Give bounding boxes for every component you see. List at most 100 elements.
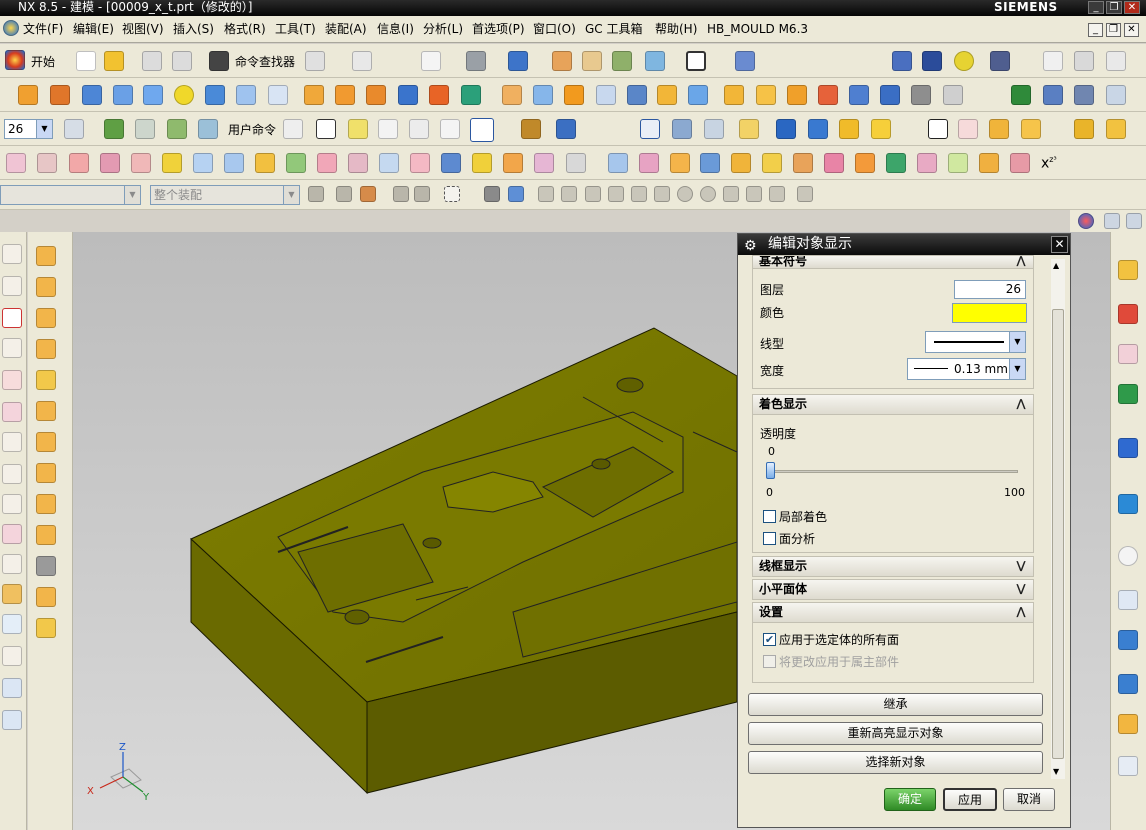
- menu-gc-toolbox[interactable]: GC 工具箱: [585, 16, 643, 43]
- select-feature-icon[interactable]: [336, 186, 352, 202]
- dialog-scrollbar[interactable]: ▲ ▼: [1051, 259, 1065, 779]
- intersection-curve-icon[interactable]: [2, 524, 22, 544]
- unite-icon[interactable]: [398, 85, 418, 105]
- eraser-icon[interactable]: [1074, 51, 1094, 71]
- constraint-navigator-icon[interactable]: [1118, 304, 1138, 324]
- remove-param-icon[interactable]: [943, 85, 963, 105]
- snap-grid-icon[interactable]: [797, 186, 813, 202]
- extract-curve-icon[interactable]: [2, 646, 22, 666]
- transparency-slider-thumb[interactable]: [766, 462, 775, 479]
- menu-help[interactable]: 帮助(H): [655, 16, 697, 43]
- transparency-slider-track[interactable]: [770, 470, 1018, 473]
- rectangle-icon[interactable]: [2, 308, 22, 328]
- csys-dynamic-icon[interactable]: [470, 118, 494, 142]
- layer-category-icon[interactable]: [167, 119, 187, 139]
- replace-face-icon[interactable]: [36, 339, 56, 359]
- shell-icon[interactable]: [627, 85, 647, 105]
- orient-view-icon[interactable]: [582, 51, 602, 71]
- chevron-down-icon[interactable]: ▼: [1009, 359, 1025, 379]
- menu-window[interactable]: 窗口(O): [533, 16, 576, 43]
- text-annotation-icon[interactable]: [871, 119, 891, 139]
- undo-icon[interactable]: [142, 51, 162, 71]
- trim-curve-icon[interactable]: [2, 554, 22, 574]
- type-filter-combo[interactable]: ▼: [0, 185, 141, 205]
- system-scenes-icon[interactable]: [1118, 756, 1138, 776]
- snap-on-curve-icon[interactable]: [746, 186, 762, 202]
- render-style-icon[interactable]: [508, 51, 528, 71]
- rehighlight-button[interactable]: 重新高亮显示对象: [748, 722, 1043, 745]
- pull-face-icon[interactable]: [36, 277, 56, 297]
- select-edge-icon[interactable]: [414, 186, 430, 202]
- scroll-down-icon[interactable]: ▼: [1053, 767, 1059, 776]
- menu-analysis[interactable]: 分析(L): [423, 16, 463, 43]
- view-layers-icon[interactable]: [704, 119, 724, 139]
- split-curve-icon[interactable]: [2, 584, 22, 604]
- sew-icon[interactable]: [787, 85, 807, 105]
- chevron-up-icon[interactable]: ⋀: [1013, 396, 1029, 412]
- matching-edge-icon[interactable]: [700, 153, 720, 173]
- info-selection-icon[interactable]: [352, 51, 372, 71]
- mold-parts-icon[interactable]: [1106, 119, 1126, 139]
- ejector-hole-1[interactable]: [616, 377, 644, 393]
- refit-icon[interactable]: [979, 153, 999, 173]
- arc-icon[interactable]: [2, 276, 22, 296]
- join-curve-icon[interactable]: [2, 678, 22, 698]
- part-navigator-icon[interactable]: [1043, 85, 1063, 105]
- start-icon[interactable]: [5, 50, 25, 70]
- cut-section-icon[interactable]: [552, 51, 572, 71]
- line-icon[interactable]: [2, 244, 22, 264]
- ok-button[interactable]: 确定: [884, 788, 936, 811]
- snap-center-icon[interactable]: [677, 186, 693, 202]
- global-shaping-icon[interactable]: [670, 153, 690, 173]
- pocket-icon[interactable]: [268, 85, 288, 105]
- chamfer-icon[interactable]: [596, 85, 616, 105]
- menu-insert[interactable]: 插入(S): [173, 16, 214, 43]
- menu-preferences[interactable]: 首选项(P): [472, 16, 525, 43]
- bounded-plane-icon[interactable]: [193, 153, 213, 173]
- menu-information[interactable]: 信息(I): [377, 16, 414, 43]
- triangle-icon[interactable]: [928, 119, 948, 139]
- split-body-icon[interactable]: [533, 85, 553, 105]
- binoculars-icon[interactable]: [209, 51, 229, 71]
- chevron-down-icon[interactable]: ▼: [1009, 332, 1025, 352]
- table-icon[interactable]: [1074, 85, 1094, 105]
- layer-visibility-icon[interactable]: [198, 119, 218, 139]
- move-face-tool-icon[interactable]: [36, 246, 56, 266]
- change-degree-icon[interactable]: [762, 153, 782, 173]
- mirror-icon[interactable]: [756, 85, 776, 105]
- grid-icon[interactable]: [409, 119, 429, 139]
- roles-icon[interactable]: [1104, 213, 1120, 229]
- slot-icon[interactable]: [335, 85, 355, 105]
- extension-icon[interactable]: [286, 153, 306, 173]
- fit-surface-icon[interactable]: [886, 153, 906, 173]
- face-replace-icon[interactable]: [849, 85, 869, 105]
- hole-icon[interactable]: [205, 85, 225, 105]
- shading-section-header[interactable]: 着色显示 ⋀: [752, 394, 1034, 415]
- select-body-icon[interactable]: [484, 186, 500, 202]
- ejector-hole-2[interactable]: [591, 458, 611, 470]
- basic-section-header[interactable]: 基本符号 ⋀: [752, 255, 1034, 269]
- scroll-up-icon[interactable]: ▲: [1053, 261, 1059, 270]
- display-mode-icon[interactable]: [645, 51, 665, 71]
- snap-intersection-icon[interactable]: [654, 186, 670, 202]
- maximize-button[interactable]: ❐: [1106, 1, 1122, 14]
- snap-existing-point-icon[interactable]: [723, 186, 739, 202]
- styled-blend-icon[interactable]: [503, 153, 523, 173]
- wireframe-section-header[interactable]: 线框显示 ⋁: [752, 556, 1034, 577]
- layer-settings-icon[interactable]: [64, 119, 84, 139]
- facet-section-header[interactable]: 小平面体 ⋁: [752, 579, 1034, 600]
- fit-view-icon[interactable]: [421, 51, 441, 71]
- law-extension-icon[interactable]: [317, 153, 337, 173]
- chevron-down-icon[interactable]: ▼: [283, 186, 299, 204]
- through-mesh-icon[interactable]: [100, 153, 120, 173]
- mdi-minimize-button[interactable]: _: [1088, 23, 1103, 37]
- x-form-icon[interactable]: [608, 153, 628, 173]
- selection-intent-icon[interactable]: [360, 186, 376, 202]
- inherit-button[interactable]: 继承: [748, 693, 1043, 716]
- move-to-layer-icon[interactable]: [104, 119, 124, 139]
- pattern-face-icon[interactable]: [36, 587, 56, 607]
- bridge-curve-icon[interactable]: [2, 494, 22, 514]
- apply-to-owner-checkbox[interactable]: [763, 655, 776, 668]
- polyline-icon[interactable]: [2, 338, 22, 358]
- studio-surface-icon[interactable]: [255, 153, 275, 173]
